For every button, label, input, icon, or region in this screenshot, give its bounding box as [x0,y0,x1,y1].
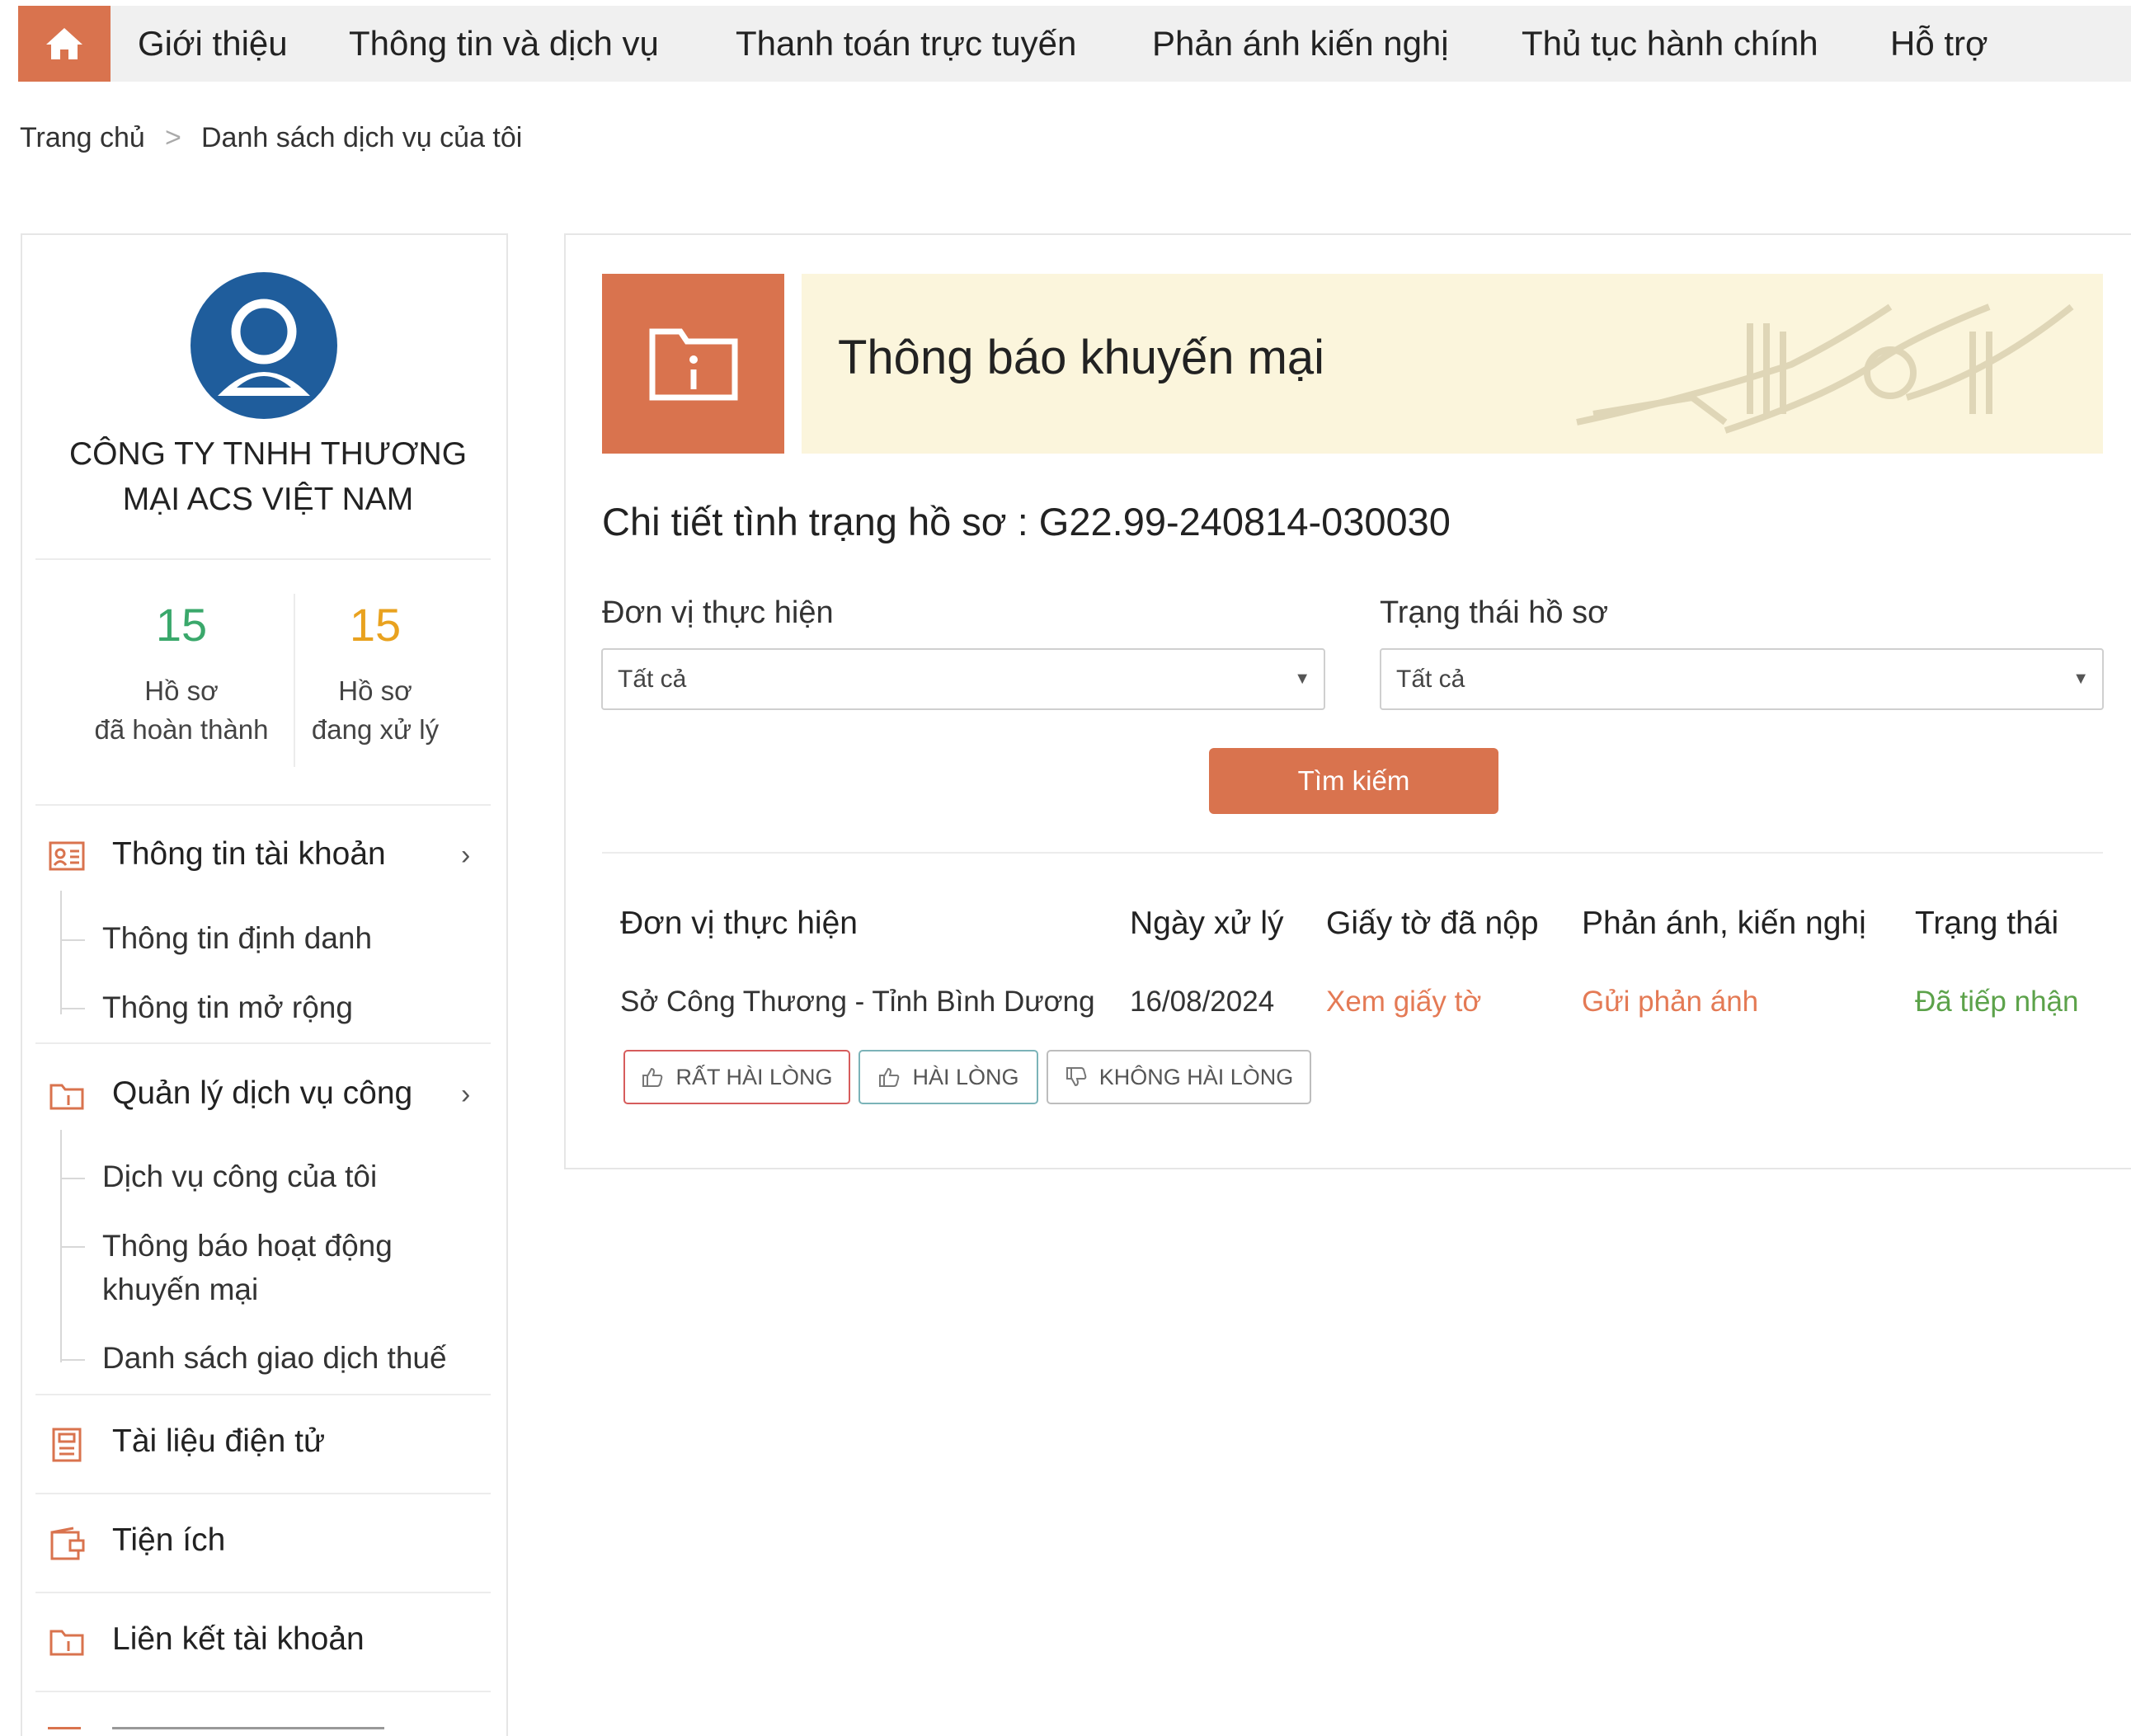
submenu-giao-dich-thue[interactable]: Danh sách giao dịch thuế [102,1336,447,1380]
folder-info-icon [649,328,738,401]
table-header-unit: Đơn vị thực hiện [620,906,858,941]
next-menu-item-partial [112,1727,384,1729]
send-feedback-link[interactable]: Gửi phản ánh [1582,986,1758,1019]
menu-account-info-label: Thông tin tài khoản [112,836,386,872]
menu-account-info[interactable]: Thông tin tài khoản › [35,825,491,891]
nav-thu-tuc[interactable]: Thủ tục hành chính [1522,6,1818,82]
table-header-status: Trạng thái [1915,906,2059,941]
submenu-thong-bao-line2: khuyến mại [102,1273,259,1306]
table-header-date: Ngày xử lý [1130,906,1284,941]
tree-line [60,891,62,1014]
not-satisfied-label: KHÔNG HÀI LÒNG [1098,1064,1294,1089]
very-satisfied-label: RẤT HÀI LÒNG [675,1064,833,1089]
very-satisfied-button[interactable]: RẤT HÀI LÒNG [623,1050,850,1104]
menu-e-documents-label: Tài liệu điện tử [112,1423,326,1459]
next-menu-icon [48,1727,81,1729]
nav-thanh-toan[interactable]: Thanh toán trực tuyến [736,6,1076,82]
filter-unit-label: Đơn vị thực hiện [602,595,834,630]
nav-phan-anh[interactable]: Phản ánh kiến nghị [1152,6,1449,82]
folder-link-icon [49,1630,84,1656]
satisfied-label: HÀI LÒNG [912,1064,1019,1089]
filter-status-select[interactable]: Tất cả ▼ [1380,648,2104,710]
view-documents-link[interactable]: Xem giấy tờ [1326,986,1481,1019]
divider [35,558,491,560]
chevron-right-icon: › [461,1079,471,1110]
stat-completed-count: 15 [155,599,208,651]
home-button[interactable] [18,6,111,82]
menu-service-management[interactable]: Quản lý dịch vụ công › [35,1064,491,1130]
satisfied-button[interactable]: HÀI LÒNG [859,1050,1038,1104]
table-cell-status: Đã tiếp nhận [1915,986,2079,1018]
detail-title: Chi tiết tình trạng hồ sơ : G22.99-24081… [602,500,1451,543]
filter-unit-select[interactable]: Tất cả ▼ [601,648,1325,710]
tree-branch [60,1178,85,1179]
stat-completed-line2: đã hoàn thành [94,714,269,745]
nav-thong-tin-dich-vu[interactable]: Thông tin và dịch vụ [349,6,659,82]
submenu-thong-tin-dinh-danh[interactable]: Thông tin định danh [102,916,372,960]
divider [35,1394,491,1395]
folder-icon [49,1084,84,1110]
promo-icon-box [602,274,784,454]
decorative-crane-pattern [1576,303,2074,434]
menu-link-account-label: Liên kết tài khoản [112,1621,365,1657]
stat-processing-count: 15 [349,599,402,651]
company-name-line2: MẠI ACS VIỆT NAM [122,482,414,517]
divider [35,1493,491,1494]
filter-status-value: Tất cả [1396,666,1465,693]
stat-processing-line1: Hồ sơ [338,675,412,706]
submenu-thong-bao-line1: Thông báo hoạt động [102,1229,393,1263]
menu-service-management-label: Quản lý dịch vụ công [112,1075,413,1111]
tree-branch [60,1359,85,1361]
dropdown-caret-icon: ▼ [1294,670,1310,688]
thumbs-down-icon [1066,1067,1087,1087]
table-header-feedback: Phản ánh, kiến nghị [1582,906,1866,941]
divider [35,804,491,806]
divider [35,1592,491,1593]
home-icon [46,28,82,59]
submenu-dich-vu-cong-cua-toi[interactable]: Dịch vụ công của tôi [102,1155,377,1198]
table-header-docs: Giấy tờ đã nộp [1326,906,1539,941]
divider [35,1691,491,1692]
menu-utilities[interactable]: Tiện ích [35,1511,491,1577]
tree-branch [60,939,85,941]
thumbs-up-icon [642,1067,663,1087]
filter-status-label: Trạng thái hồ sơ [1380,595,1608,630]
divider [35,1042,491,1044]
search-button[interactable]: Tìm kiếm [1209,748,1498,814]
breadcrumb-separator: > [165,122,181,153]
breadcrumb-home[interactable]: Trang chủ [20,122,145,154]
stat-completed-label: Hồ sơ đã hoàn thành [74,671,289,749]
chevron-right-icon: › [461,840,471,871]
dropdown-caret-icon: ▼ [2072,670,2089,688]
breadcrumb-current: Danh sách dịch vụ của tôi [201,122,523,153]
wallet-icon [50,1527,85,1560]
menu-link-account[interactable]: Liên kết tài khoản [35,1610,491,1676]
nav-ho-tro[interactable]: Hỗ trợ [1890,6,1988,82]
menu-utilities-label: Tiện ích [112,1522,226,1558]
nav-gioi-thieu[interactable]: Giới thiệu [138,6,288,82]
company-name: CÔNG TY TNHH THƯƠNG MẠI ACS VIỆT NAM [49,431,487,522]
thumbs-up-icon [879,1067,900,1087]
avatar [191,272,337,419]
not-satisfied-button[interactable]: KHÔNG HÀI LÒNG [1047,1050,1311,1104]
id-card-icon [49,841,85,871]
filter-unit-value: Tất cả [618,666,687,693]
promo-title: Thông báo khuyến mại [838,331,1325,384]
table-cell-date: 16/08/2024 [1130,986,1275,1018]
menu-e-documents[interactable]: Tài liệu điện tử [35,1412,491,1478]
document-icon [52,1428,82,1462]
divider [602,852,2103,854]
submenu-thong-bao-khuyen-mai[interactable]: Thông báo hoạt động khuyến mại [102,1224,393,1311]
table-cell-unit: Sở Công Thương - Tỉnh Bình Dương [620,986,1095,1018]
company-name-line1: CÔNG TY TNHH THƯƠNG [68,436,468,472]
tree-branch [60,1246,85,1248]
tree-branch [60,1008,85,1009]
stat-processing-label: Hồ sơ đang xử lý [268,671,482,749]
stat-processing-line2: đang xử lý [311,714,440,745]
stat-completed-line1: Hồ sơ [144,675,219,706]
submenu-thong-tin-mo-rong[interactable]: Thông tin mở rộng [102,986,353,1029]
